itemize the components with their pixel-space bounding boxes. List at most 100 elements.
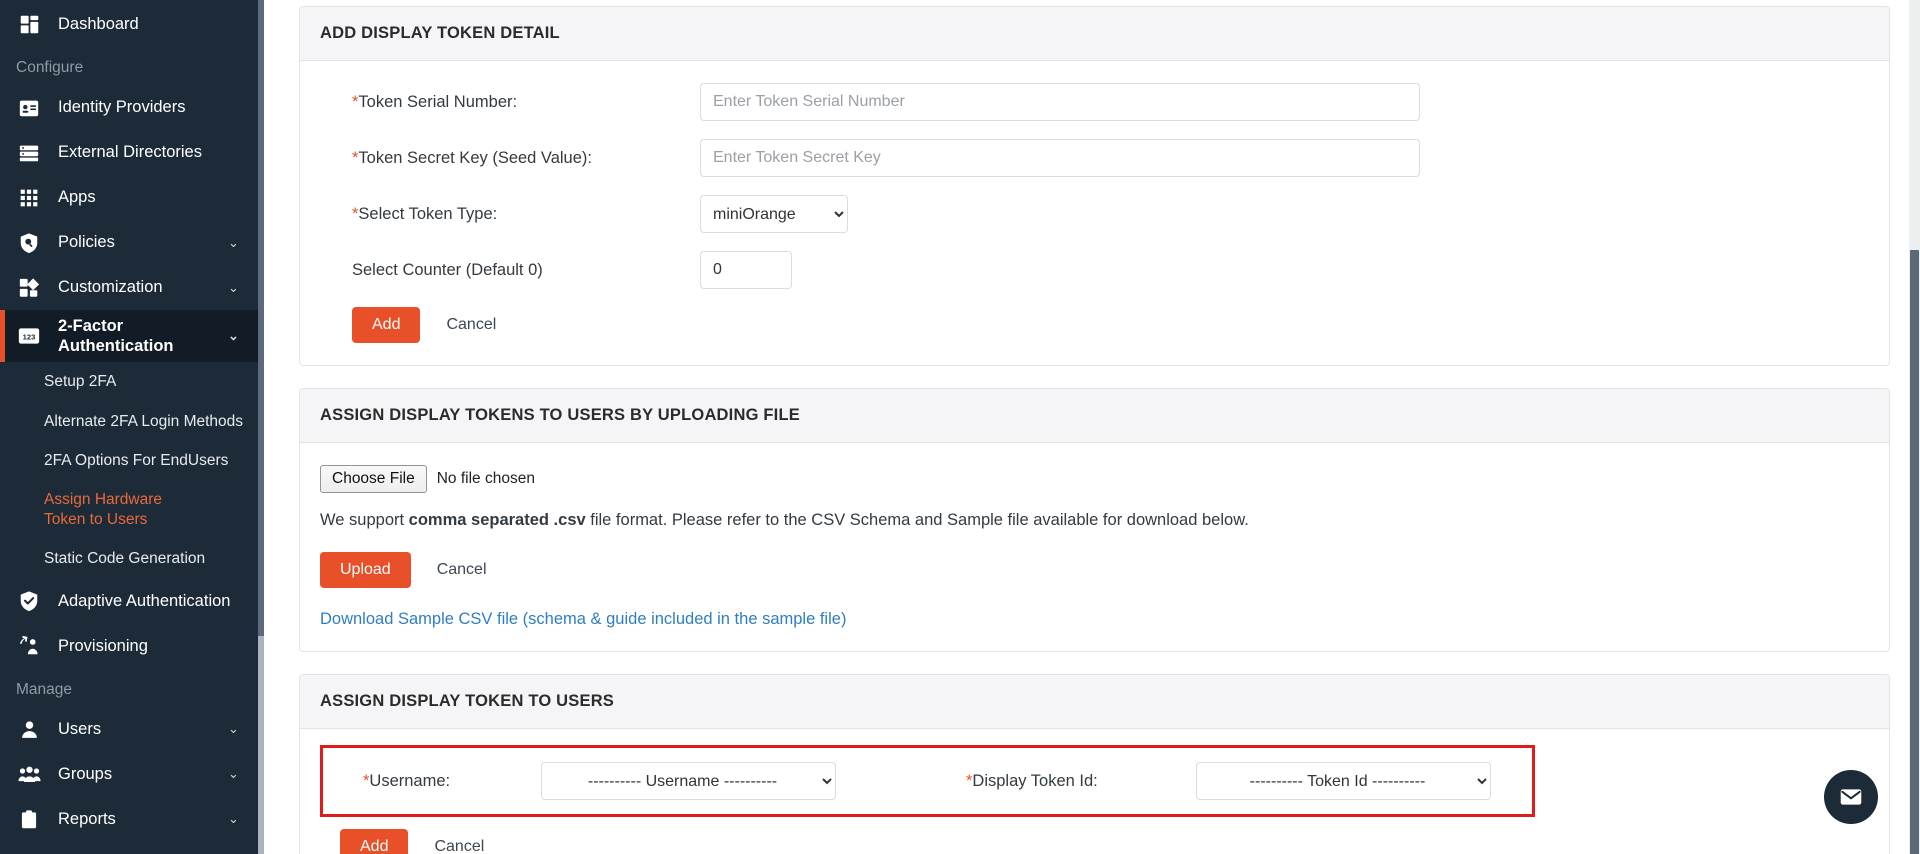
- token-secret-row: *Token Secret Key (Seed Value):: [320, 139, 1869, 177]
- sidebar-item-setup-2fa[interactable]: Setup 2FA: [0, 362, 264, 401]
- card-title: ASSIGN DISPLAY TOKEN TO USERS: [300, 675, 1889, 729]
- sidebar-item-label: Apps: [58, 187, 242, 207]
- file-status-text: No file chosen: [437, 470, 535, 488]
- sidebar-item-label: Customization: [58, 277, 222, 297]
- sidebar-item-dashboard[interactable]: Dashboard: [0, 2, 264, 47]
- cancel-upload-button[interactable]: Cancel: [433, 552, 491, 588]
- chevron-down-icon[interactable]: ⌄: [228, 280, 242, 296]
- directory-list-icon: [16, 140, 42, 166]
- card-title: ASSIGN DISPLAY TOKENS TO USERS BY UPLOAD…: [300, 389, 1889, 443]
- sidebar-item-label: Identity Providers: [58, 97, 242, 117]
- app-root: Dashboard Configure Identity Providers E…: [0, 0, 1920, 854]
- counter-label: Select Counter (Default 0): [320, 261, 700, 280]
- add-token-button[interactable]: Add: [352, 307, 420, 343]
- add-token-actions: Add Cancel: [320, 307, 1869, 343]
- sidebar-item-label: Provisioning: [58, 636, 242, 656]
- svg-text:123: 123: [23, 333, 36, 342]
- dashboard-icon: [16, 12, 42, 38]
- sidebar-item-users[interactable]: Users ⌄: [0, 707, 264, 752]
- clipboard-icon: [16, 806, 42, 832]
- chevron-down-icon[interactable]: ⌄: [228, 721, 242, 737]
- sidebar-item-adaptive-authentication[interactable]: Adaptive Authentication: [0, 579, 264, 624]
- sidebar-submenu-2fa: Setup 2FA Alternate 2FA Login Methods 2F…: [0, 362, 264, 578]
- assign-tokens-by-upload-card: ASSIGN DISPLAY TOKENS TO USERS BY UPLOAD…: [299, 388, 1890, 652]
- assign-username-label: *Username:: [341, 772, 541, 791]
- sidebar-section-manage: Manage: [0, 669, 264, 707]
- token-type-label: *Select Token Type:: [320, 205, 700, 224]
- sidebar-item-label: 2-Factor Authentication: [58, 316, 222, 356]
- envelope-icon: [1838, 784, 1864, 810]
- choose-file-button[interactable]: Choose File: [320, 465, 427, 493]
- cancel-token-button[interactable]: Cancel: [442, 307, 500, 343]
- card-title: ADD DISPLAY TOKEN DETAIL: [300, 7, 1889, 61]
- chat-support-button[interactable]: [1824, 770, 1878, 824]
- chevron-down-icon[interactable]: ⌄: [228, 766, 242, 782]
- sidebar-item-label: Reports: [58, 809, 222, 829]
- sidebar-item-label: Users: [58, 719, 222, 739]
- sidebar-item-provisioning[interactable]: Provisioning: [0, 624, 264, 669]
- token-secret-input[interactable]: [700, 139, 1420, 177]
- grid-apps-icon: [16, 185, 42, 211]
- chevron-down-icon[interactable]: ⌄: [228, 328, 242, 344]
- sidebar-item-apps[interactable]: Apps: [0, 175, 264, 220]
- sidebar-item-2factor-authentication[interactable]: 123 2-Factor Authentication ⌄: [0, 310, 264, 362]
- id-card-icon: [16, 95, 42, 121]
- sidebar-section-configure: Configure: [0, 47, 264, 85]
- numeric-123-icon: 123: [16, 323, 42, 349]
- sidebar-item-reports[interactable]: Reports ⌄: [0, 797, 264, 842]
- sidebar-item-groups[interactable]: Groups ⌄: [0, 752, 264, 797]
- assign-cancel-button[interactable]: Cancel: [430, 829, 488, 854]
- page-scrollbar-thumb[interactable]: [1910, 250, 1919, 854]
- upload-actions: Upload Cancel: [320, 552, 1869, 588]
- card-body: *Username: ---------- Username ---------…: [300, 729, 1889, 854]
- token-type-select[interactable]: miniOrange: [700, 195, 848, 233]
- sidebar: Dashboard Configure Identity Providers E…: [0, 0, 264, 854]
- main-content: ADD DISPLAY TOKEN DETAIL *Token Serial N…: [264, 0, 1920, 854]
- sidebar-item-customization[interactable]: Customization ⌄: [0, 265, 264, 310]
- sidebar-item-static-code-generation[interactable]: Static Code Generation: [0, 539, 264, 578]
- support-prefix: We support: [320, 511, 409, 529]
- file-picker-row: Choose File No file chosen: [320, 465, 1869, 493]
- support-bold: comma separated .csv: [409, 511, 586, 529]
- sidebar-item-label: Dashboard: [58, 14, 242, 34]
- sidebar-item-label: Groups: [58, 764, 222, 784]
- sidebar-item-external-directories[interactable]: External Directories: [0, 130, 264, 175]
- assign-token-id-label: *Display Token Id:: [966, 772, 1196, 791]
- sidebar-item-2fa-options-for-endusers[interactable]: 2FA Options For EndUsers: [0, 441, 264, 480]
- token-type-row: *Select Token Type: miniOrange: [320, 195, 1869, 233]
- sidebar-item-assign-hardware-token-to-users[interactable]: Assign Hardware Token to Users: [0, 480, 182, 539]
- chevron-down-icon[interactable]: ⌄: [228, 235, 242, 251]
- user-icon: [16, 716, 42, 742]
- sidebar-item-policies[interactable]: Policies ⌄: [0, 220, 264, 265]
- token-serial-row: *Token Serial Number:: [320, 83, 1869, 121]
- token-secret-label: *Token Secret Key (Seed Value):: [320, 149, 700, 168]
- provisioning-icon: [16, 633, 42, 659]
- sidebar-item-alternate-2fa-login-methods[interactable]: Alternate 2FA Login Methods: [0, 402, 264, 441]
- assign-display-token-to-users-card: ASSIGN DISPLAY TOKEN TO USERS *Username:…: [299, 674, 1890, 854]
- token-serial-input[interactable]: [700, 83, 1420, 121]
- shield-check-icon: [16, 588, 42, 614]
- shield-search-icon: [16, 230, 42, 256]
- upload-button[interactable]: Upload: [320, 552, 411, 588]
- assign-add-button[interactable]: Add: [340, 829, 408, 854]
- token-serial-label: *Token Serial Number:: [320, 93, 700, 112]
- counter-row: Select Counter (Default 0): [320, 251, 1869, 289]
- add-display-token-detail-card: ADD DISPLAY TOKEN DETAIL *Token Serial N…: [299, 6, 1890, 366]
- sidebar-item-label: External Directories: [58, 142, 242, 162]
- card-body: Choose File No file chosen We support co…: [300, 443, 1889, 651]
- download-sample-csv-link[interactable]: Download Sample CSV file (schema & guide…: [320, 610, 846, 629]
- sidebar-item-identity-providers[interactable]: Identity Providers: [0, 85, 264, 130]
- card-body: *Token Serial Number: *Token Secret Key …: [300, 61, 1889, 365]
- chevron-down-icon[interactable]: ⌄: [228, 811, 242, 827]
- customization-icon: [16, 275, 42, 301]
- support-suffix: file format. Please refer to the CSV Sch…: [586, 511, 1249, 529]
- sidebar-item-label: Policies: [58, 232, 222, 252]
- assign-fields-highlight-box: *Username: ---------- Username ---------…: [320, 745, 1535, 817]
- groups-icon: [16, 761, 42, 787]
- counter-input[interactable]: [700, 251, 792, 289]
- csv-support-text: We support comma separated .csv file for…: [320, 511, 1869, 530]
- assign-actions: Add Cancel: [320, 829, 1869, 854]
- username-select[interactable]: ---------- Username ----------: [541, 762, 836, 800]
- sidebar-item-label: Adaptive Authentication: [58, 591, 242, 611]
- token-id-select[interactable]: ---------- Token Id ----------: [1196, 762, 1491, 800]
